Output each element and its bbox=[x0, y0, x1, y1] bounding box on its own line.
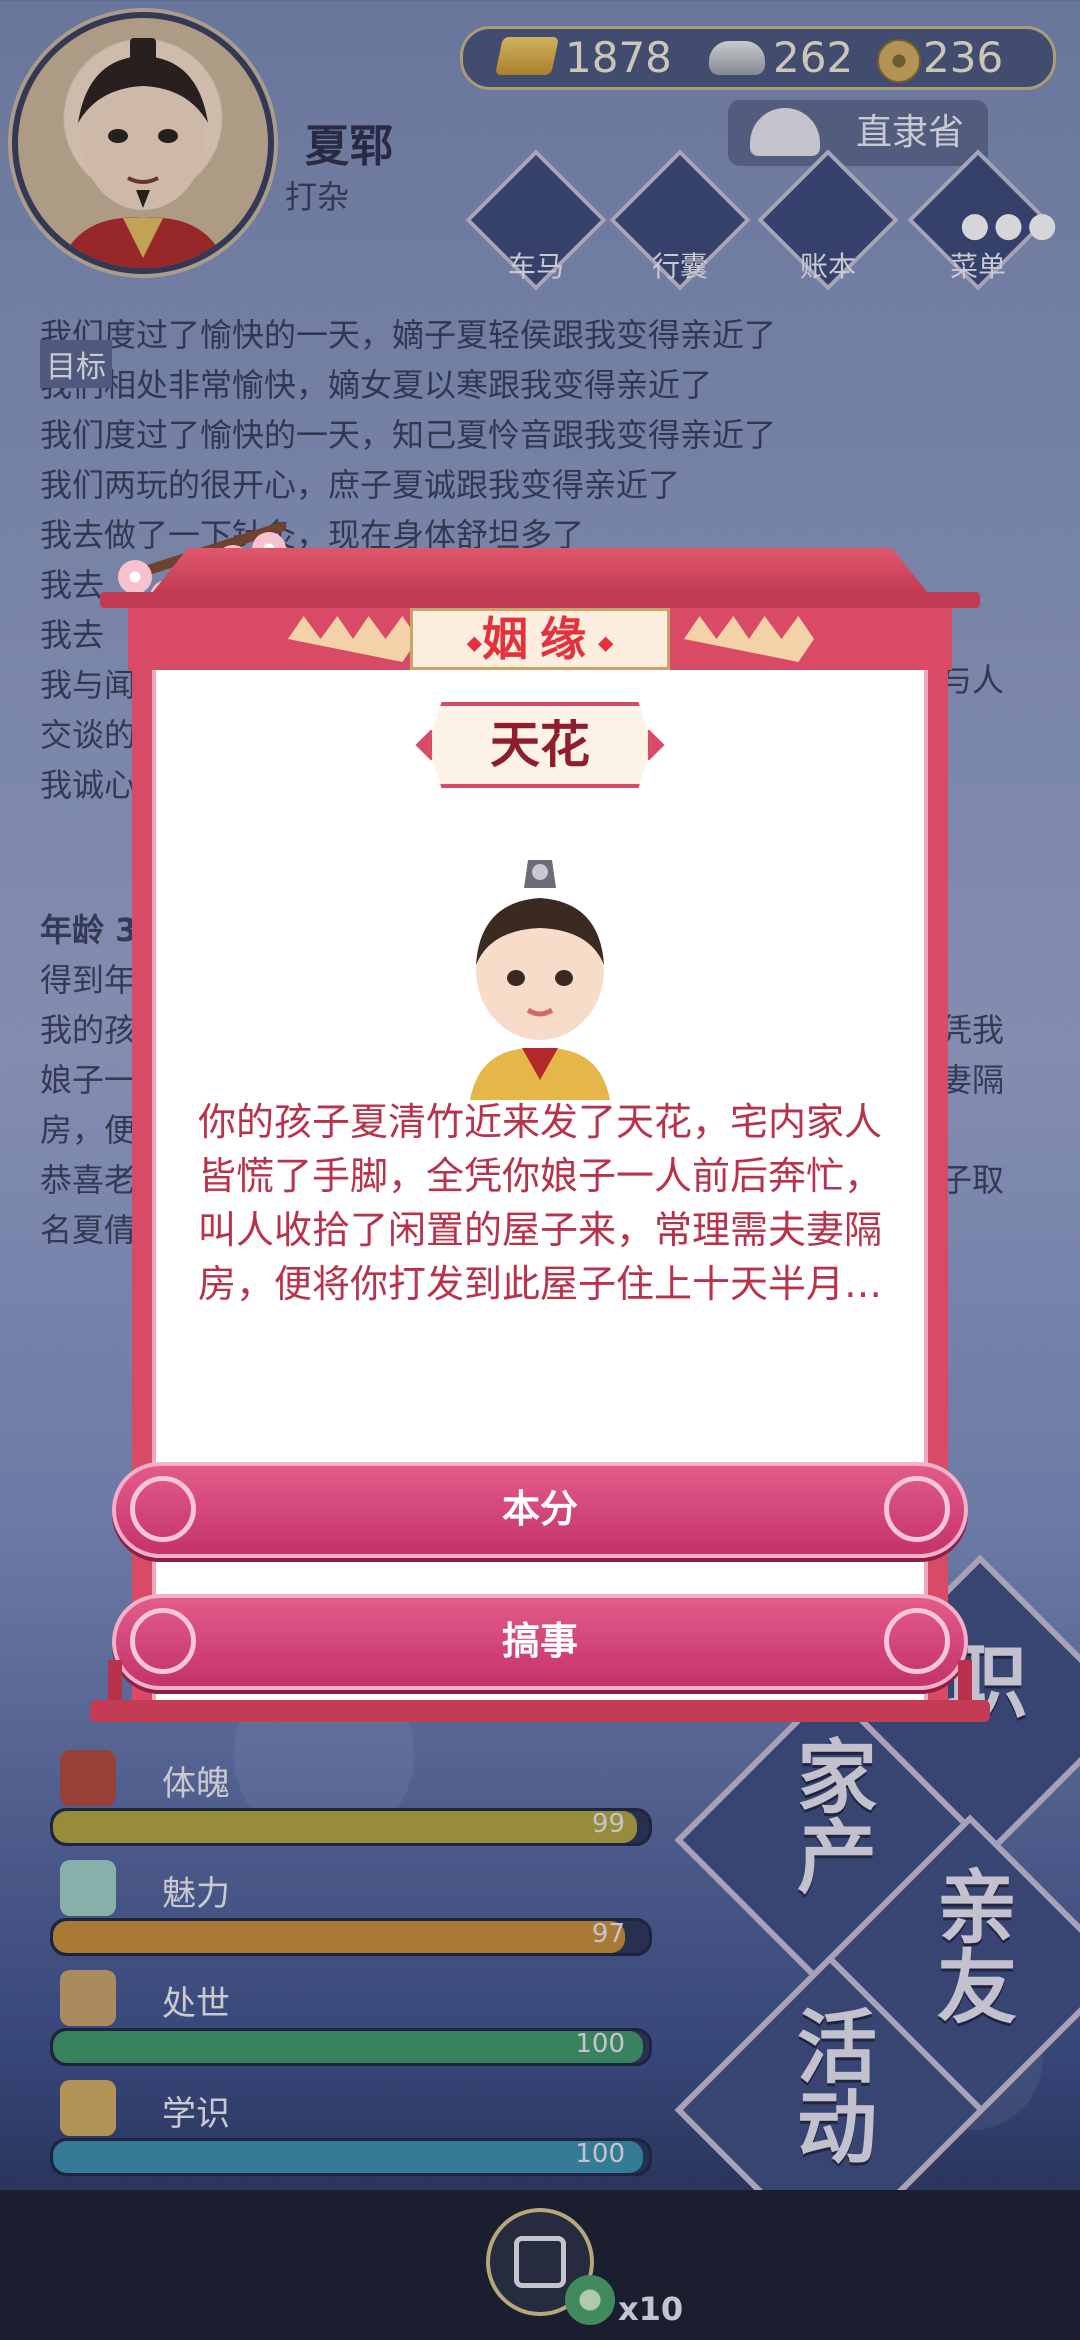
modal-frame-bottom bbox=[90, 1700, 990, 1722]
choice-button-duty[interactable]: 本分 bbox=[112, 1462, 968, 1558]
swirl-ornament-icon bbox=[884, 1476, 950, 1542]
modal-header: ◆姻缘◆ bbox=[410, 608, 670, 670]
swirl-ornament-icon bbox=[130, 1476, 196, 1542]
modal-header-title: 姻缘 bbox=[482, 612, 598, 666]
event-description: 你的孩子夏清竹近来发了天花，宅内家人皆慌了手脚，全凭你娘子一人前后奔忙，叫人收拾… bbox=[197, 1100, 882, 1306]
child-portrait bbox=[440, 850, 640, 1100]
swirl-ornament-icon bbox=[130, 1608, 196, 1674]
event-title: 天花 bbox=[428, 702, 652, 788]
swirl-ornament-icon bbox=[884, 1608, 950, 1674]
child-avatar-icon bbox=[470, 860, 610, 1100]
choice-label: 搞事 bbox=[501, 1619, 578, 1663]
choice-button-mischief[interactable]: 搞事 bbox=[112, 1594, 968, 1690]
lattice-ornament bbox=[288, 616, 418, 662]
lattice-ornament bbox=[684, 616, 814, 662]
blossom-icon bbox=[118, 560, 152, 594]
choice-label: 本分 bbox=[501, 1487, 578, 1531]
modal-roof-ridge bbox=[100, 592, 980, 608]
